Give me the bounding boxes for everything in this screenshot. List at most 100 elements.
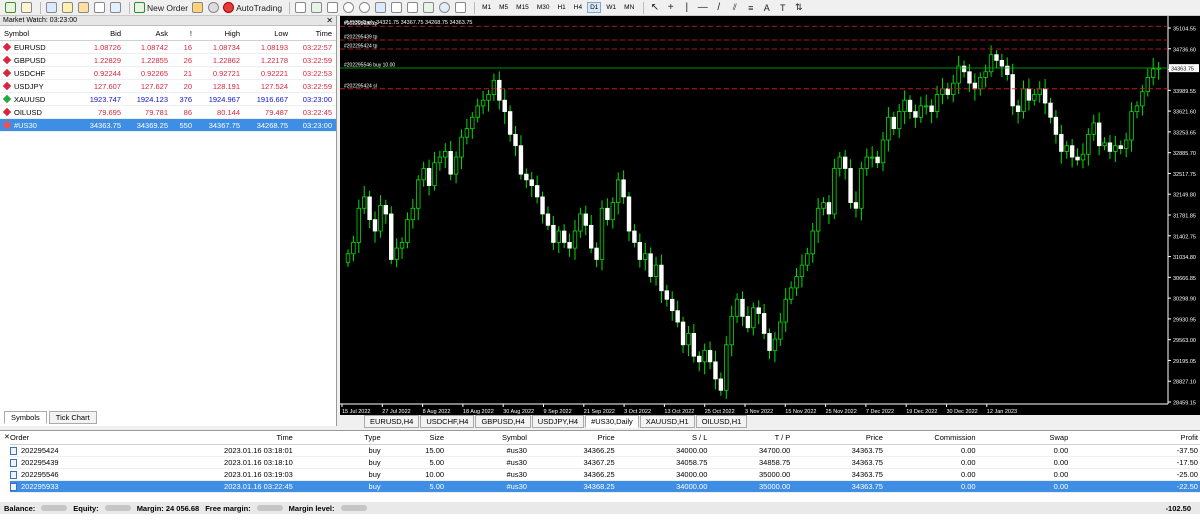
- close-icon[interactable]: ✕: [4, 433, 10, 441]
- vertical-line-tool[interactable]: |: [680, 1, 693, 14]
- strategy-tester-button[interactable]: [109, 1, 122, 14]
- options-button[interactable]: [207, 1, 220, 14]
- market-watch-row[interactable]: USDCHF 0.92244 0.92265 21 0.92721 0.92221 03:2…: [0, 67, 336, 80]
- chart-tab[interactable]: XAUUSD,H1: [639, 415, 695, 428]
- market-watch-row[interactable]: EURUSD 1.08726 1.08742 16 1.08734 1.08193 03:2…: [0, 41, 336, 54]
- market-watch-row[interactable]: USDJPY 127.607 127.627 20 128.191 127.524 03:2…: [0, 80, 336, 93]
- bar-chart-button[interactable]: [294, 1, 307, 14]
- new-order-button[interactable]: New Order: [134, 1, 188, 14]
- timeframe-h1[interactable]: H1: [554, 2, 568, 13]
- chart-tab[interactable]: USDCHF,H4: [420, 415, 475, 428]
- col-commission[interactable]: Commission: [883, 433, 975, 442]
- chart-tab[interactable]: EURUSD,H4: [364, 415, 420, 428]
- candle: [897, 103, 902, 139]
- order-row[interactable]: 202295546 2023.01.16 03:19:03 buy 10.00 #us3…: [10, 469, 1200, 481]
- market-watch-button[interactable]: [45, 1, 58, 14]
- bid-cell: 1.22829: [93, 55, 121, 65]
- data-window-button[interactable]: [61, 1, 74, 14]
- terminal-button[interactable]: [93, 1, 106, 14]
- timeframe-m5[interactable]: M5: [496, 2, 511, 13]
- candle: [821, 197, 826, 216]
- trendline-tool[interactable]: /: [712, 1, 725, 14]
- timeframe-m15[interactable]: M15: [513, 2, 532, 13]
- candle: [1091, 114, 1096, 141]
- metaeditor-button[interactable]: [191, 1, 204, 14]
- chart-tab[interactable]: OILUSD,H1: [695, 415, 748, 428]
- col-low[interactable]: Low: [243, 29, 291, 38]
- channel-tool[interactable]: ⫽: [728, 1, 741, 14]
- col-symbol[interactable]: Symbol: [444, 433, 527, 442]
- col-ask[interactable]: Ask: [124, 29, 171, 38]
- order-row[interactable]: 202295424 2023.01.16 03:18:01 buy 15.00 #us3…: [10, 445, 1200, 457]
- tile-windows-button[interactable]: [374, 1, 387, 14]
- arrows-tool[interactable]: ⇅: [792, 1, 805, 14]
- order-level-label: #202295424 tp: [344, 44, 378, 50]
- col-time[interactable]: Time: [98, 433, 292, 442]
- autotrading-button[interactable]: AutoTrading: [223, 1, 282, 14]
- order-row[interactable]: 202295439 2023.01.16 03:18:10 buy 5.00 #us30…: [10, 457, 1200, 469]
- periods-button[interactable]: [438, 1, 451, 14]
- zoom-in-button[interactable]: [342, 1, 355, 14]
- timeframe-h4[interactable]: H4: [571, 2, 585, 13]
- zoom-out-button[interactable]: [358, 1, 371, 14]
- col-sl[interactable]: S / L: [615, 433, 707, 442]
- col-type[interactable]: Type: [293, 433, 380, 442]
- timeframe-mn[interactable]: MN: [621, 2, 637, 13]
- order-icon: [10, 458, 17, 467]
- candle: [805, 247, 810, 272]
- chart-tab[interactable]: #US30,Daily: [585, 415, 639, 428]
- col-spread[interactable]: !: [171, 29, 195, 38]
- candle: [502, 89, 507, 124]
- timeframe-m1[interactable]: M1: [479, 2, 494, 13]
- symbol-cell: #US30: [0, 121, 80, 130]
- timeframe-m30[interactable]: M30: [534, 2, 553, 13]
- cursor-tool[interactable]: ↖: [648, 1, 661, 14]
- col-current-price[interactable]: Price: [790, 433, 883, 442]
- order-cell: 202295439: [10, 458, 98, 467]
- order-row[interactable]: 202295933 2023.01.16 03:22:45 buy 5.00 #us30…: [10, 481, 1200, 493]
- col-symbol[interactable]: Symbol: [0, 29, 80, 38]
- col-bid[interactable]: Bid: [80, 29, 124, 38]
- candle: [756, 300, 761, 325]
- horizontal-line-tool[interactable]: —: [696, 1, 709, 14]
- autoscroll-button[interactable]: [406, 1, 419, 14]
- market-watch-row[interactable]: GBPUSD 1.22829 1.22855 26 1.22862 1.22178 03:2…: [0, 54, 336, 67]
- col-order[interactable]: Order: [10, 433, 98, 442]
- close-icon[interactable]: ✕: [326, 16, 333, 26]
- fibonacci-tool[interactable]: ≡: [744, 1, 757, 14]
- col-profit[interactable]: Profit: [1068, 433, 1200, 442]
- market-watch-row[interactable]: OILUSD 79.695 79.781 86 80.144 79.487 03:22:45: [0, 106, 336, 119]
- timeframe-d1[interactable]: D1: [587, 2, 602, 13]
- crosshair-tool[interactable]: +: [664, 1, 677, 14]
- label-tool[interactable]: T: [776, 1, 789, 14]
- tab-symbols[interactable]: Symbols: [4, 411, 47, 424]
- new-chart-button[interactable]: [4, 1, 17, 14]
- col-time[interactable]: Time: [291, 29, 335, 38]
- col-price[interactable]: Price: [527, 433, 615, 442]
- chart-tab[interactable]: USDJPY,H4: [531, 415, 585, 428]
- swap-cell: 0.00: [1053, 482, 1069, 491]
- col-tp[interactable]: T / P: [707, 433, 791, 442]
- candle: [1145, 68, 1150, 97]
- candlestick-button[interactable]: [310, 1, 323, 14]
- chart-window[interactable]: 35104.55 34736.60 34363.75 33989.55 33621.60…: [340, 16, 1200, 415]
- col-high[interactable]: High: [195, 29, 243, 38]
- symbol-name: GBPUSD: [14, 55, 46, 65]
- market-watch-row[interactable]: XAUUSD 1923.747 1924.123 376 1924.967 1916.66…: [0, 93, 336, 106]
- col-swap[interactable]: Swap: [976, 433, 1069, 442]
- chart-shift-button[interactable]: [390, 1, 403, 14]
- indicators-button[interactable]: [422, 1, 435, 14]
- symbol-name: USDJPY: [14, 81, 44, 91]
- tab-tick-chart[interactable]: Tick Chart: [48, 411, 97, 424]
- market-watch-row[interactable]: #US30 34363.75 34369.25 550 34367.75 34268.75…: [0, 119, 336, 132]
- col-size[interactable]: Size: [381, 433, 444, 442]
- navigator-button[interactable]: [77, 1, 90, 14]
- timeframe-w1[interactable]: W1: [603, 2, 619, 13]
- text-tool[interactable]: A: [760, 1, 773, 14]
- type-cell: buy: [368, 482, 381, 491]
- chart-tab[interactable]: GBPUSD,H4: [475, 415, 531, 428]
- metaeditor-icon: [192, 2, 204, 13]
- line-chart-button[interactable]: [326, 1, 339, 14]
- profiles-button[interactable]: [20, 1, 33, 14]
- templates-button[interactable]: [454, 1, 467, 14]
